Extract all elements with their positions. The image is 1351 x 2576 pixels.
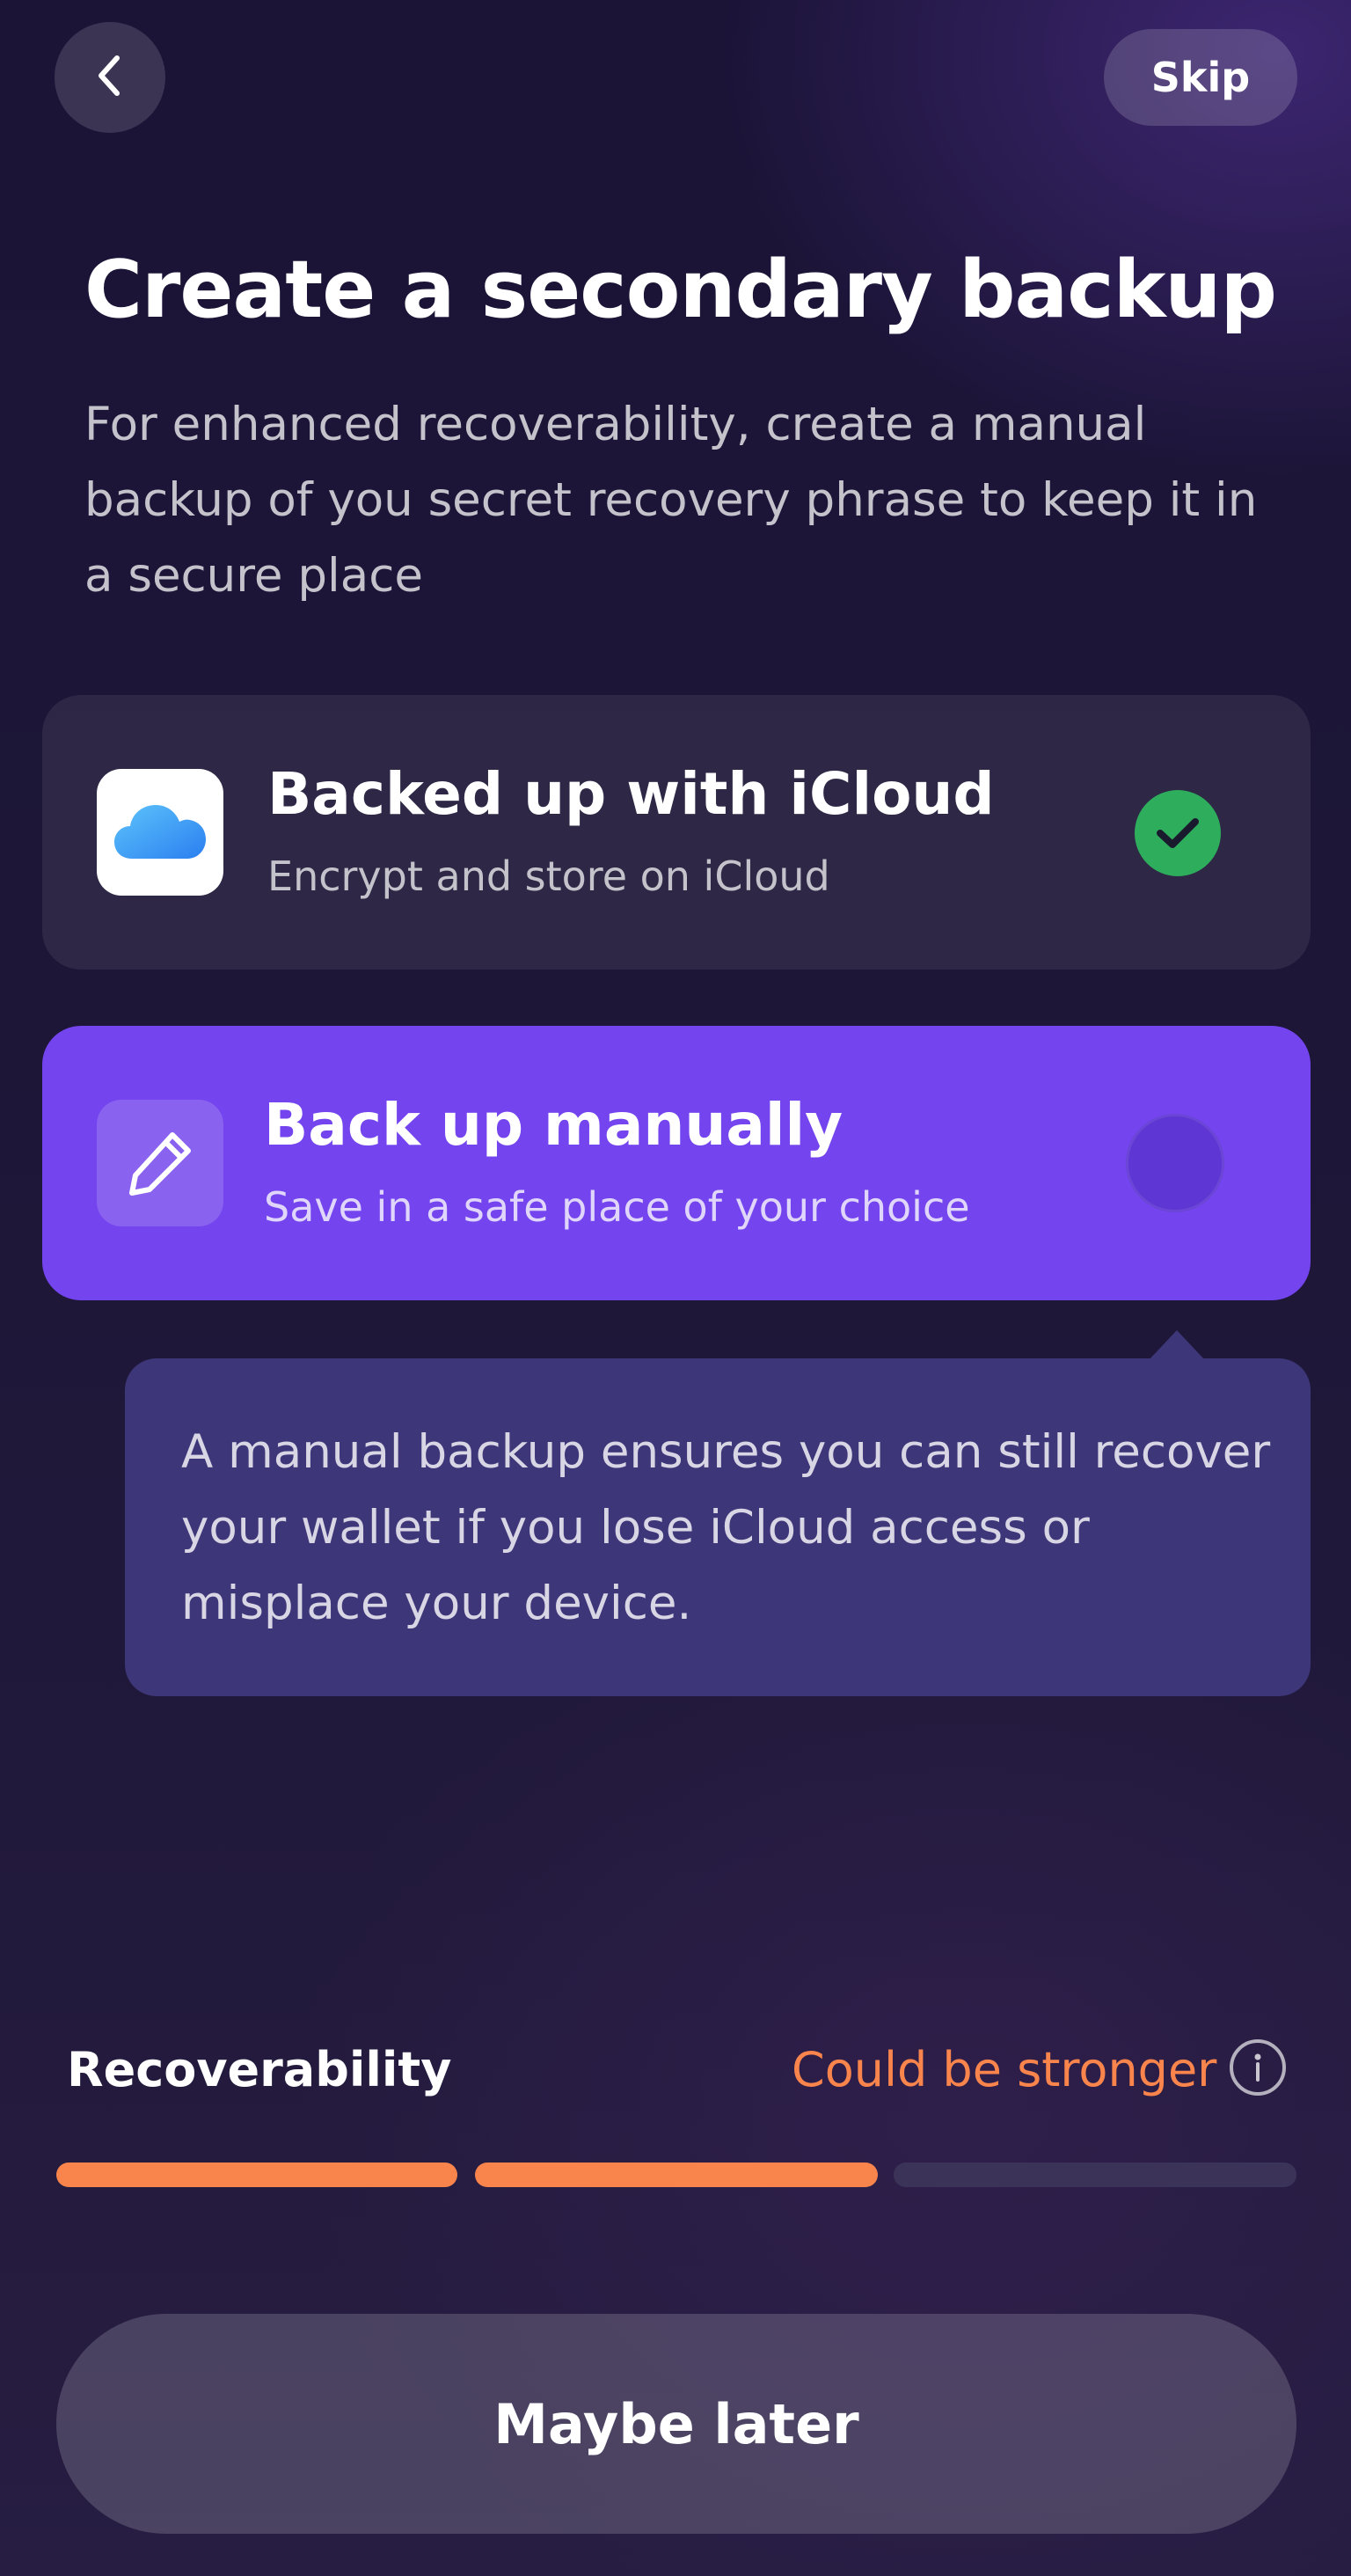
page-subtitle: For enhanced recoverability, create a ma…	[84, 398, 1258, 603]
skip-button[interactable]: Skip	[1104, 29, 1297, 126]
radio-button-unselected[interactable]	[1126, 1114, 1224, 1212]
option-title: Backed up with iCloud	[267, 760, 995, 828]
option-icloud-backup[interactable]: Backed up with iCloud Encrypt and store …	[42, 695, 1311, 970]
icloud-icon	[97, 769, 223, 896]
strength-segment	[894, 2163, 1296, 2187]
pencil-icon	[97, 1100, 223, 1226]
option-manual-backup[interactable]: Back up manually Save in a safe place of…	[42, 1026, 1311, 1300]
back-button[interactable]	[55, 22, 165, 133]
tooltip-text: A manual backup ensures you can still re…	[181, 1425, 1271, 1630]
option-title: Back up manually	[264, 1091, 843, 1159]
recoverability-label: Recoverability	[67, 2042, 452, 2097]
info-icon[interactable]	[1230, 2039, 1286, 2096]
recoverability-status: Could be stronger	[792, 2042, 1217, 2097]
chevron-left-icon	[92, 51, 128, 104]
strength-segment	[56, 2163, 457, 2187]
maybe-later-button[interactable]: Maybe later	[56, 2314, 1296, 2534]
tooltip-arrow	[1149, 1330, 1205, 1360]
option-subtitle: Encrypt and store on iCloud	[267, 853, 830, 900]
page-title: Create a secondary backup	[84, 244, 1277, 336]
option-subtitle: Save in a safe place of your choice	[264, 1183, 970, 1231]
strength-segment	[475, 2163, 878, 2187]
checkmark-icon	[1135, 790, 1221, 876]
